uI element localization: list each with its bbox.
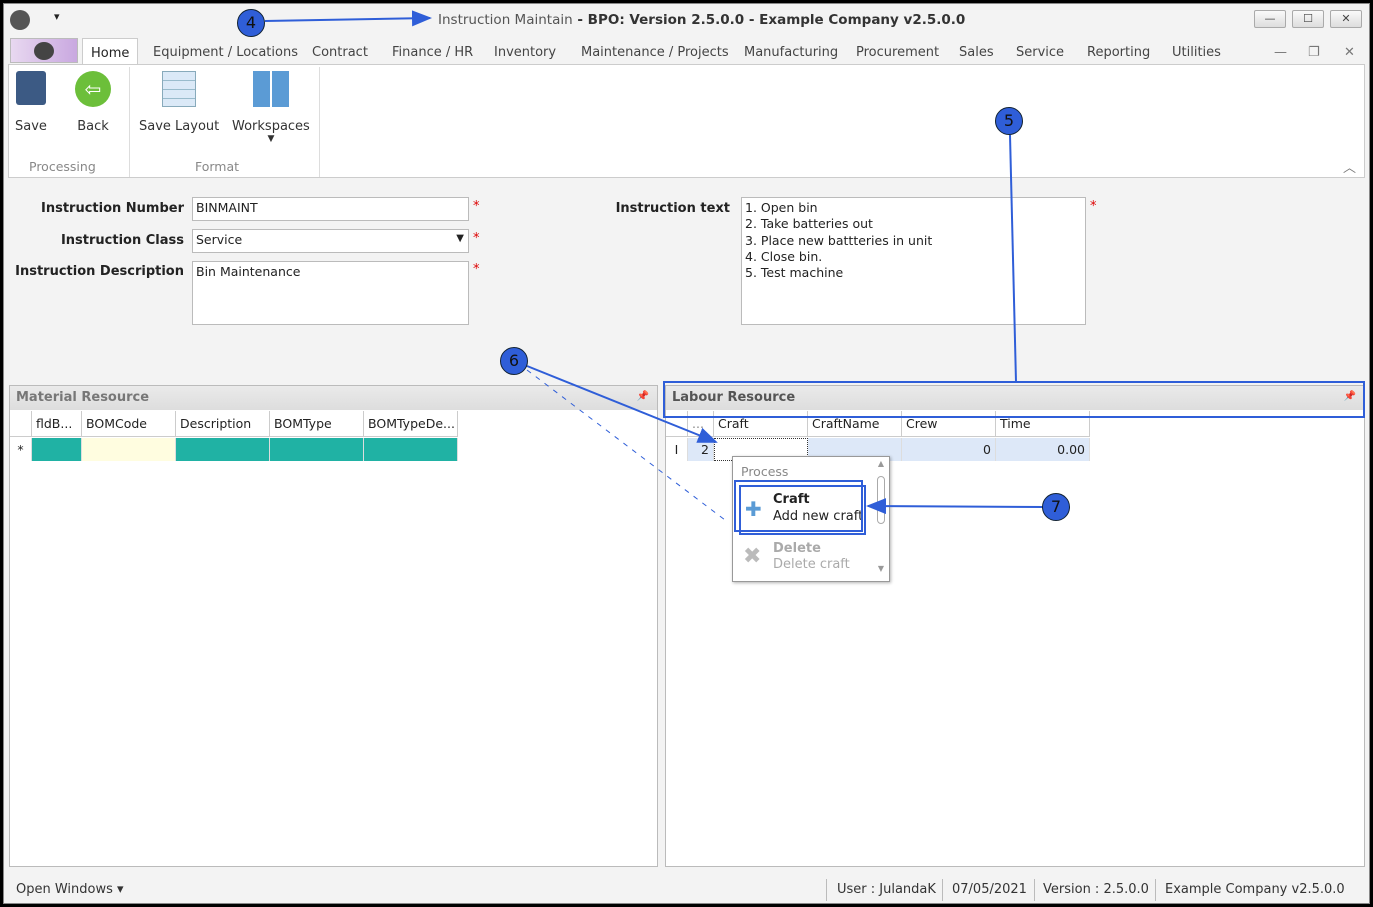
annotation-badge-4: 4 xyxy=(237,9,265,37)
annotation-badge-5: 5 xyxy=(995,107,1023,135)
annotation-arrow-7 xyxy=(866,498,1044,515)
annotation-box-5 xyxy=(663,381,1365,418)
annotation-arrow-6 xyxy=(526,365,718,443)
annotation-line-5 xyxy=(1009,134,1017,383)
annotation-badge-7: 7 xyxy=(1042,493,1070,521)
annotation-overlay xyxy=(264,10,1365,532)
annotation-arrow-4 xyxy=(264,10,432,27)
annotation-badge-6: 6 xyxy=(500,347,528,375)
annotation-dashed-arrow-6 xyxy=(526,369,726,521)
